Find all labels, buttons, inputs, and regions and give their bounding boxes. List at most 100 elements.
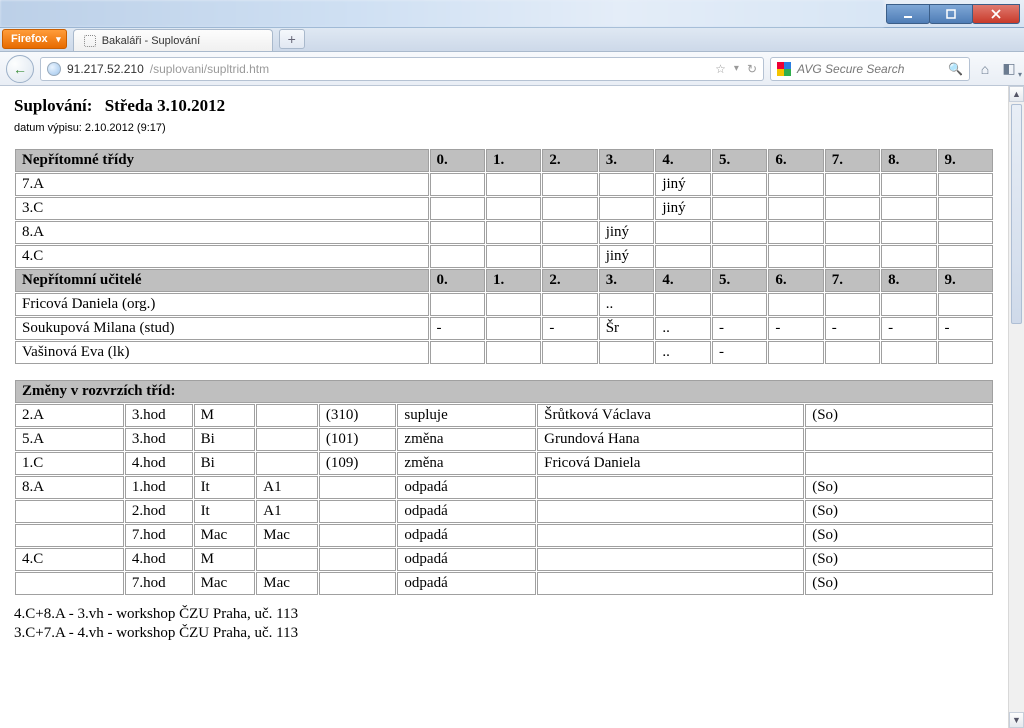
- period-header: 6.: [768, 149, 823, 172]
- row-label: Vašinová Eva (lk): [15, 341, 429, 364]
- cell: M: [194, 548, 256, 571]
- cell: [430, 245, 485, 268]
- cell: 3.hod: [125, 404, 193, 427]
- cell: A1: [256, 500, 318, 523]
- search-box[interactable]: AVG Secure Search 🔍: [770, 57, 970, 81]
- table-row: 4.Cjiný: [15, 245, 993, 268]
- cell: [319, 524, 397, 547]
- cell: [430, 221, 485, 244]
- scroll-thumb[interactable]: [1011, 104, 1022, 324]
- table-row: 1.C4.hodBi(109)změnaFricová Daniela: [15, 452, 993, 475]
- bookmark-star-icon[interactable]: ☆: [715, 62, 726, 76]
- cell: [256, 452, 318, 475]
- search-go-icon[interactable]: 🔍: [948, 62, 963, 76]
- cell: [486, 317, 541, 340]
- search-placeholder: AVG Secure Search: [797, 62, 904, 76]
- cell: 7.hod: [125, 572, 193, 595]
- cell: 5.A: [15, 428, 124, 451]
- cell: [655, 293, 711, 316]
- cell: [256, 548, 318, 571]
- table-row: 2.A3.hodM(310)suplujeŠrůtková Václava(So…: [15, 404, 993, 427]
- cell: [542, 221, 597, 244]
- table-row: 4.C4.hodModpadá(So): [15, 548, 993, 571]
- tab-strip: Firefox Bakaláři - Suplování +: [0, 28, 1024, 52]
- cell: [430, 197, 485, 220]
- period-header: 6.: [768, 269, 823, 292]
- table-row: 5.A3.hodBi(101)změnaGrundová Hana: [15, 428, 993, 451]
- page-title: Suplování: Středa 3.10.2012: [14, 96, 1010, 116]
- period-header: 8.: [881, 149, 936, 172]
- cell: [938, 197, 993, 220]
- cell: [825, 197, 880, 220]
- cell: odpadá: [397, 572, 536, 595]
- cell: [486, 173, 541, 196]
- cell: [805, 452, 993, 475]
- dropdown-icon[interactable]: ▾: [734, 63, 739, 74]
- cell: [256, 404, 318, 427]
- cell: [486, 245, 541, 268]
- table-row: 7.hodMacMacodpadá(So): [15, 524, 993, 547]
- period-header: 2.: [542, 269, 597, 292]
- minimize-button[interactable]: [886, 4, 930, 24]
- reload-icon[interactable]: ↻: [747, 62, 757, 76]
- cell: Mac: [194, 524, 256, 547]
- aero-glass: [0, 0, 884, 27]
- cell: 1.C: [15, 452, 124, 475]
- period-header: 5.: [712, 149, 767, 172]
- tab-title: Bakaláři - Suplování: [102, 35, 200, 47]
- cell: [542, 341, 597, 364]
- cell: Grundová Hana: [537, 428, 804, 451]
- url-host: 91.217.52.210: [67, 62, 144, 76]
- vertical-scrollbar[interactable]: ▲ ▼: [1008, 86, 1024, 728]
- period-header: 3.: [599, 149, 655, 172]
- cell: [542, 197, 597, 220]
- period-header: 9.: [938, 269, 993, 292]
- cell: [881, 173, 936, 196]
- cell: ..: [655, 317, 711, 340]
- new-tab-button[interactable]: +: [279, 29, 305, 49]
- cell: [319, 500, 397, 523]
- firefox-menu-button[interactable]: Firefox: [2, 29, 67, 49]
- row-label: Fricová Daniela (org.): [15, 293, 429, 316]
- table-row: Fricová Daniela (org.)..: [15, 293, 993, 316]
- cell: 4.hod: [125, 452, 193, 475]
- cell: [319, 572, 397, 595]
- bookmarks-menu-icon[interactable]: ◧▾: [1000, 60, 1018, 77]
- changes-table: Změny v rozvrzích tříd: 2.A3.hodM(310)su…: [14, 379, 994, 596]
- address-bar[interactable]: 91.217.52.210/suplovani/supltrid.htm ☆ ▾…: [40, 57, 764, 81]
- close-button[interactable]: [972, 4, 1020, 24]
- cell: [599, 197, 655, 220]
- cell: (310): [319, 404, 397, 427]
- tab-active[interactable]: Bakaláři - Suplování: [73, 29, 273, 51]
- cell: It: [194, 500, 256, 523]
- cell: [881, 197, 936, 220]
- cell: [537, 500, 804, 523]
- cell: Bi: [194, 452, 256, 475]
- cell: [768, 293, 823, 316]
- cell: [319, 548, 397, 571]
- cell: [430, 341, 485, 364]
- cell: [486, 197, 541, 220]
- home-icon[interactable]: ⌂: [976, 61, 994, 77]
- row-label: 8.A: [15, 221, 429, 244]
- scroll-down-button[interactable]: ▼: [1009, 712, 1024, 728]
- cell: Mac: [256, 572, 318, 595]
- scroll-up-button[interactable]: ▲: [1009, 86, 1024, 102]
- period-header: 4.: [655, 269, 711, 292]
- maximize-button[interactable]: [929, 4, 973, 24]
- cell: [825, 173, 880, 196]
- cell: [537, 572, 804, 595]
- period-header: 5.: [712, 269, 767, 292]
- row-label: 3.C: [15, 197, 429, 220]
- cell: 2.hod: [125, 500, 193, 523]
- cell: [430, 293, 485, 316]
- cell: [768, 221, 823, 244]
- cell: [881, 221, 936, 244]
- table-row: 8.A1.hodItA1odpadá(So): [15, 476, 993, 499]
- table-row: 2.hodItA1odpadá(So): [15, 500, 993, 523]
- url-path: /suplovani/supltrid.htm: [150, 62, 269, 76]
- cell: (So): [805, 572, 993, 595]
- back-button[interactable]: ←: [6, 55, 34, 83]
- cell: (So): [805, 548, 993, 571]
- cell: [768, 245, 823, 268]
